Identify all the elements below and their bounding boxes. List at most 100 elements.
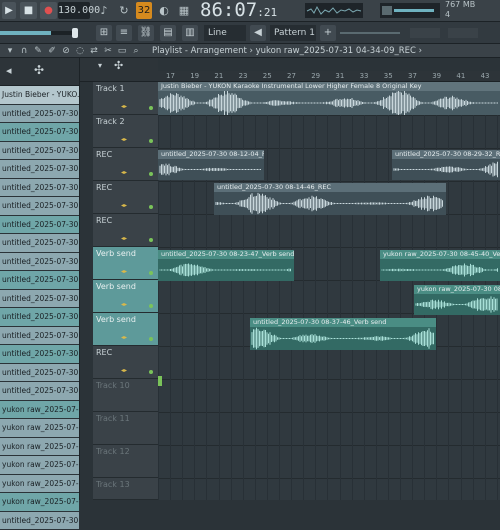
magnet-icon[interactable]: ∩ bbox=[18, 44, 30, 58]
snap-icon[interactable]: ⊞ bbox=[96, 25, 112, 41]
pencil-icon[interactable]: ✎ bbox=[32, 44, 44, 58]
track-header[interactable]: Verb send◂▸ bbox=[93, 313, 158, 346]
menu-icon[interactable]: ▾ bbox=[4, 44, 16, 58]
audio-clip[interactable]: yukon raw_2025-07-30 08-45-40_Verb send bbox=[380, 250, 500, 281]
stop-button[interactable]: ■ bbox=[20, 2, 37, 19]
track-header[interactable]: Verb send◂▸ bbox=[93, 280, 158, 313]
snap-mode-select[interactable]: Line bbox=[204, 25, 246, 41]
slip-icon[interactable]: ⇄ bbox=[88, 44, 100, 58]
track-header[interactable]: Track 13 bbox=[93, 478, 158, 500]
track-header[interactable]: REC◂▸ bbox=[93, 148, 158, 181]
browser-item[interactable]: Justin Bieber - YUKO... bbox=[0, 86, 79, 105]
record-button[interactable]: ● bbox=[40, 2, 57, 19]
track-control-icons[interactable]: ◂▸ bbox=[121, 136, 127, 143]
browser-item[interactable]: yukon raw_2025-07-30 bbox=[0, 493, 79, 512]
tempo-display[interactable]: 130.000 bbox=[58, 2, 90, 19]
typing-keyboard-icon[interactable]: 32 bbox=[136, 2, 152, 19]
track-header[interactable]: Track 2◂▸ bbox=[93, 115, 158, 148]
playhead-marker[interactable] bbox=[158, 376, 162, 386]
browser-item[interactable]: untitled_2025-07-30 08- bbox=[0, 271, 79, 290]
arrangement-grid[interactable]: Justin Bieber - YUKON Karaoke Instrument… bbox=[158, 82, 500, 500]
browser-item[interactable]: yukon raw_2025-07-30 bbox=[0, 456, 79, 475]
brush-icon[interactable]: ✐ bbox=[46, 44, 58, 58]
browser-item[interactable]: untitled_2025-07-30 08- bbox=[0, 160, 79, 179]
track-control-icons[interactable]: ◂▸ bbox=[121, 103, 127, 110]
mixer-icon[interactable]: ▥ bbox=[182, 25, 198, 41]
audio-clip[interactable]: untitled_2025-07-30 08-23-47_Verb send bbox=[158, 250, 294, 281]
track-control-icons[interactable]: ◂▸ bbox=[121, 235, 127, 242]
browser-item[interactable]: untitled_2025-07-30 08- bbox=[0, 327, 79, 346]
browser-expand-icon[interactable]: ✣ bbox=[34, 63, 44, 77]
browser-item[interactable]: untitled_2025-07-30 08- bbox=[0, 105, 79, 124]
browser-item[interactable]: untitled_2025-07-30 08- bbox=[0, 382, 79, 401]
track-header[interactable]: Verb send◂▸ bbox=[93, 247, 158, 280]
audio-clip[interactable]: untitled_2025-07-30 08-12-04_REC bbox=[158, 150, 264, 180]
track-header[interactable]: REC◂▸ bbox=[93, 214, 158, 247]
track-header[interactable]: REC◂▸ bbox=[93, 346, 158, 379]
delete-icon[interactable]: ⊘ bbox=[60, 44, 72, 58]
browser-item[interactable]: untitled_2025-07-30 08- bbox=[0, 234, 79, 253]
metronome-icon[interactable]: ♪ bbox=[96, 3, 112, 19]
track-header[interactable]: Track 11 bbox=[93, 412, 158, 445]
track-header[interactable]: Track 12 bbox=[93, 445, 158, 478]
track-active-led[interactable] bbox=[149, 337, 153, 341]
browser-item[interactable]: untitled_2025-07-30 bbox=[0, 512, 79, 530]
track-active-led[interactable] bbox=[149, 238, 153, 242]
play-button[interactable]: ▶ bbox=[2, 2, 16, 19]
track-active-led[interactable] bbox=[149, 370, 153, 374]
pattern-prev-icon[interactable]: ◀ bbox=[250, 25, 266, 41]
track-control-icons[interactable]: ◂▸ bbox=[121, 334, 127, 341]
audio-clip[interactable]: untitled_2025-07-30 08-14-46_REC bbox=[214, 183, 446, 215]
track-active-led[interactable] bbox=[149, 106, 153, 110]
loop-icon[interactable]: ↻ bbox=[116, 3, 132, 19]
browser-item[interactable]: yukon raw_2025-07-30 bbox=[0, 401, 79, 420]
browser-item[interactable]: untitled_2025-07-30 08- bbox=[0, 345, 79, 364]
browser-menu-icon[interactable]: ◂ bbox=[6, 64, 12, 77]
track-active-led[interactable] bbox=[149, 271, 153, 275]
piano-roll-icon[interactable]: ▤ bbox=[160, 25, 176, 41]
track-active-led[interactable] bbox=[149, 139, 153, 143]
pattern-add-icon[interactable]: + bbox=[320, 25, 336, 41]
track-header[interactable]: REC◂▸ bbox=[93, 181, 158, 214]
browser-item[interactable]: untitled_2025-07-30 08- bbox=[0, 197, 79, 216]
track-add-icon[interactable]: ✣ bbox=[114, 59, 123, 72]
audio-clip[interactable]: untitled_2025-07-30 08-37-46_Verb send bbox=[250, 318, 436, 350]
track-active-led[interactable] bbox=[149, 304, 153, 308]
master-volume-slider[interactable] bbox=[0, 31, 78, 35]
browser-item[interactable]: untitled_2025-07-30 08- bbox=[0, 308, 79, 327]
track-control-icons[interactable]: ◂▸ bbox=[121, 202, 127, 209]
browser-item[interactable]: untitled_2025-07-30 08- bbox=[0, 216, 79, 235]
track-header[interactable]: Track 10 bbox=[93, 379, 158, 412]
browser-item[interactable]: untitled_2025-07-30 08- bbox=[0, 179, 79, 198]
slice-icon[interactable]: ✂ bbox=[102, 44, 114, 58]
track-mode-icon[interactable]: ▾ bbox=[98, 61, 102, 70]
step-edit-icon[interactable]: ▦ bbox=[176, 3, 192, 19]
mute-icon[interactable]: ◌ bbox=[74, 44, 86, 58]
select-icon[interactable]: ▭ bbox=[116, 44, 128, 58]
track-control-icons[interactable]: ◂▸ bbox=[121, 268, 127, 275]
track-control-icons[interactable]: ◂▸ bbox=[121, 367, 127, 374]
audio-clip[interactable]: Justin Bieber - YUKON Karaoke Instrument… bbox=[158, 82, 500, 115]
countdown-icon[interactable]: ◐ bbox=[156, 3, 172, 19]
browser-item[interactable]: untitled_2025-07-30 08- bbox=[0, 364, 79, 383]
zoom-icon[interactable]: ⌕ bbox=[130, 44, 142, 58]
browser-item[interactable]: yukon raw_2025-07-30 bbox=[0, 438, 79, 457]
browser-item[interactable]: yukon raw_2025-07-30 bbox=[0, 419, 79, 438]
audio-clip[interactable]: yukon raw_2025-07-30 08-38-10_Verb send bbox=[414, 285, 500, 315]
browser-item[interactable]: untitled_2025-07-30 08- bbox=[0, 290, 79, 309]
track-control-icons[interactable]: ◂▸ bbox=[121, 169, 127, 176]
ruler-label: 19 bbox=[190, 72, 199, 80]
link-icon[interactable]: ⛓ bbox=[138, 25, 154, 41]
browser-item[interactable]: untitled_2025-07-30 08- bbox=[0, 253, 79, 272]
track-active-led[interactable] bbox=[149, 172, 153, 176]
timeline-ruler[interactable]: 171921232527293133353739414345 bbox=[158, 71, 500, 82]
pattern-select[interactable]: Pattern 1 bbox=[270, 25, 316, 41]
browser-item[interactable]: yukon raw_2025-07-30 bbox=[0, 475, 79, 494]
track-active-led[interactable] bbox=[149, 205, 153, 209]
browser-item[interactable]: untitled_2025-07-30 08- bbox=[0, 142, 79, 161]
track-header[interactable]: Track 1◂▸ bbox=[93, 82, 158, 115]
track-control-icons[interactable]: ◂▸ bbox=[121, 301, 127, 308]
audio-clip[interactable]: untitled_2025-07-30 08-29-32_REC bbox=[392, 150, 500, 180]
browser-item[interactable]: untitled_2025-07-30 08- bbox=[0, 123, 79, 142]
playlist-icon[interactable]: ≡ bbox=[116, 25, 132, 41]
